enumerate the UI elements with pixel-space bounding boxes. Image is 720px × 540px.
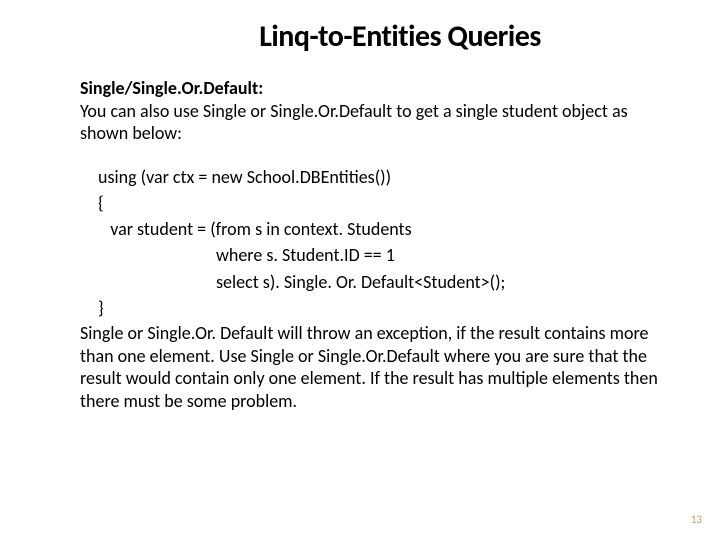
intro-paragraph: You can also use Single or Single.Or.Def… bbox=[80, 100, 660, 145]
slide: Linq-to-Entities Queries Single/Single.O… bbox=[0, 0, 720, 412]
page-number: 13 bbox=[691, 513, 702, 526]
slide-title: Linq-to-Entities Queries bbox=[140, 18, 660, 55]
code-line: select s). Single. Or. Default<Student>(… bbox=[98, 270, 660, 294]
explanation-paragraph: Single or Single.Or. Default will throw … bbox=[80, 322, 660, 412]
code-line: where s. Student.ID == 1 bbox=[98, 243, 660, 267]
code-line: using (var ctx = new School.DBEntities()… bbox=[98, 165, 660, 189]
code-line: } bbox=[98, 296, 660, 320]
code-line: var student = (from s in context. Studen… bbox=[98, 217, 660, 241]
subheading: Single/Single.Or.Default: bbox=[80, 77, 660, 100]
code-line: { bbox=[98, 191, 660, 215]
